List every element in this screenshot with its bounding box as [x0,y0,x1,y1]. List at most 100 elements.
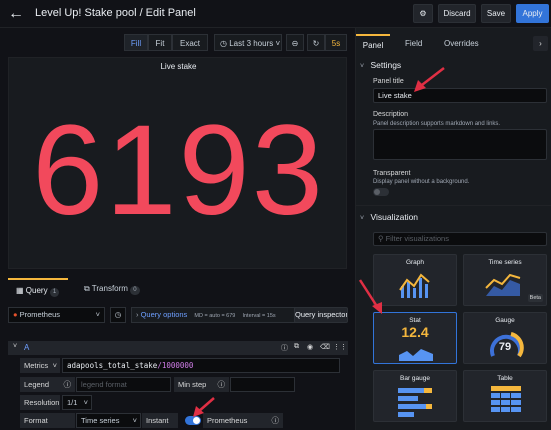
drag-handle-icon[interactable]: ⋮⋮ [333,343,347,351]
copy-icon[interactable]: ⧉ [294,343,299,351]
query-editor: ● Prometheus ˅ ◷ › Query options MD = au… [8,301,348,430]
legend-label: Legend [24,380,50,389]
tab-transform[interactable]: ⧉ Transform 0 [84,278,164,300]
bar-gauge-icon [398,388,432,417]
query-tabs: ▦ Query 1 ⧉ Transform 0 [8,278,348,300]
instant-label: Instant [142,413,178,428]
viz-time-series[interactable]: Time series Beta [463,254,547,306]
resolution-label: Resolution [20,395,60,410]
legend-input[interactable]: legend format [76,377,171,392]
chevron-down-icon: ˅ [275,39,281,48]
datasource-picker[interactable]: ● Prometheus ˅ [8,307,105,323]
chevron-down-icon: ˅ [360,215,365,222]
md-info: MD = auto = 679 [194,313,236,319]
refresh-interval-picker[interactable]: 5s [325,34,347,51]
settings-title: Settings [370,60,402,70]
chevron-down-icon: ˅ [52,361,57,370]
visualization-section-header[interactable]: ˅ Visualization [360,212,418,222]
zoom-out-icon: ⊖ [291,39,299,48]
tab-overrides[interactable]: Overrides [444,34,494,54]
info-icon: ⓘ [217,380,226,389]
min-step-label: Min step [178,380,207,389]
visualization-filter-input[interactable]: ⚲ Filter visualizations [373,232,547,246]
help-icon[interactable]: ⓘ [281,343,288,353]
back-arrow-icon[interactable]: ← [8,5,24,23]
viz-stat[interactable]: Stat 12.4 [373,312,457,364]
transform-icon: ⧉ [84,284,90,293]
discard-button[interactable]: Discard [438,4,476,23]
metrics-expr-name: adapools_total_stake [67,361,158,370]
tab-field[interactable]: Field [405,34,435,54]
chevron-down-icon: ˅ [360,63,365,70]
apply-button[interactable]: Apply [516,4,549,23]
section-divider [356,205,551,206]
resolution-select[interactable]: 1/1 ˅ [62,395,92,410]
collapse-pane-button[interactable]: › [533,36,548,51]
chevron-down-icon: ˅ [95,310,100,319]
fill-button[interactable]: Fill [124,34,148,51]
query-options-link[interactable]: Query options [141,310,188,319]
metrics-label: Metrics [24,361,49,370]
query-options-bar[interactable]: › Query options MD = auto = 679 Interval… [131,307,296,323]
viz-table[interactable]: Table [463,370,547,422]
exact-button[interactable]: Exact [172,34,208,51]
min-step-input[interactable] [230,377,295,392]
settings-gear-button[interactable]: ⚙ [413,4,433,23]
beta-badge: Beta [527,294,543,302]
settings-section-header[interactable]: ˅ Settings [360,60,401,70]
format-value: Time series [81,416,120,425]
viz-table-label: Table [497,375,513,382]
history-icon: ◷ [114,310,122,319]
panel-preview: Live stake 6193 [8,57,347,269]
viz-gauge[interactable]: Gauge 79 [463,312,547,364]
query-row-header[interactable]: ˅ A ⓘ ⧉ ◉ ⌫ ⋮⋮ [8,341,348,355]
tab-transform-label: Transform [91,284,128,293]
time-range-label: Last 3 hours [229,39,274,48]
format-select[interactable]: Time series ˅ [76,413,141,428]
options-pane: Panel Field Overrides › ˅ Settings Panel… [355,28,551,430]
refresh-button[interactable]: ↻ [307,34,325,51]
page-title: Level Up! Stake pool / Edit Panel [35,7,196,19]
transparent-label: Transparent [373,170,411,177]
toggle-knob [374,189,380,195]
eye-icon[interactable]: ◉ [307,343,313,351]
format-label: Format [20,413,75,428]
description-textarea[interactable] [373,129,547,160]
fit-button[interactable]: Fit [148,34,172,51]
gauge-preview-value: 79 [498,341,512,353]
panel-title-input[interactable]: Live stake [373,88,547,103]
panel-toolbar: Fill Fit Exact ◷ Last 3 hours ˅ ⊖ ↻ 5s [0,28,350,56]
viz-bar-gauge-label: Bar gauge [400,375,430,382]
tab-panel[interactable]: Panel [356,34,390,54]
resolution-value: 1/1 [67,398,78,407]
query-history-button[interactable]: ◷ [110,307,126,323]
gear-icon: ⚙ [419,9,427,18]
metrics-selector[interactable]: Metrics ˅ [20,358,60,373]
info-icon: ⓘ [63,380,72,389]
panel-preview-title[interactable]: Live stake [9,62,348,71]
query-inspector-button[interactable]: Query inspector [294,307,348,323]
metrics-input[interactable]: adapools_total_stake/1000000 [62,358,340,373]
viz-gauge-label: Gauge [495,317,515,324]
visualization-title: Visualization [370,212,419,222]
search-icon: ⚲ [378,234,384,243]
tab-transform-count: 0 [130,286,140,295]
viz-bar-gauge[interactable]: Bar gauge [373,370,457,422]
instant-toggle[interactable] [185,416,201,425]
tab-query-label: Query [25,286,48,295]
description-help: Panel description supports markdown and … [373,121,501,127]
interval-info: Interval = 15s [242,313,276,319]
prometheus-link-label: Prometheus [207,416,248,425]
prometheus-link-field[interactable]: Prometheus ⓘ [203,413,283,428]
query-ref-id: A [24,343,30,352]
transparent-toggle[interactable] [373,188,389,196]
tab-query[interactable]: ▦ Query 1 [8,278,68,300]
trash-icon[interactable]: ⌫ [320,343,330,351]
save-button[interactable]: Save [481,4,511,23]
time-range-picker[interactable]: ◷ Last 3 hours ˅ [214,34,282,51]
zoom-out-button[interactable]: ⊖ [286,34,304,51]
viz-time-series-label: Time series [488,259,522,266]
clock-icon: ◷ [220,39,227,48]
prometheus-icon: ● [13,310,18,319]
viz-graph[interactable]: Graph [373,254,457,306]
